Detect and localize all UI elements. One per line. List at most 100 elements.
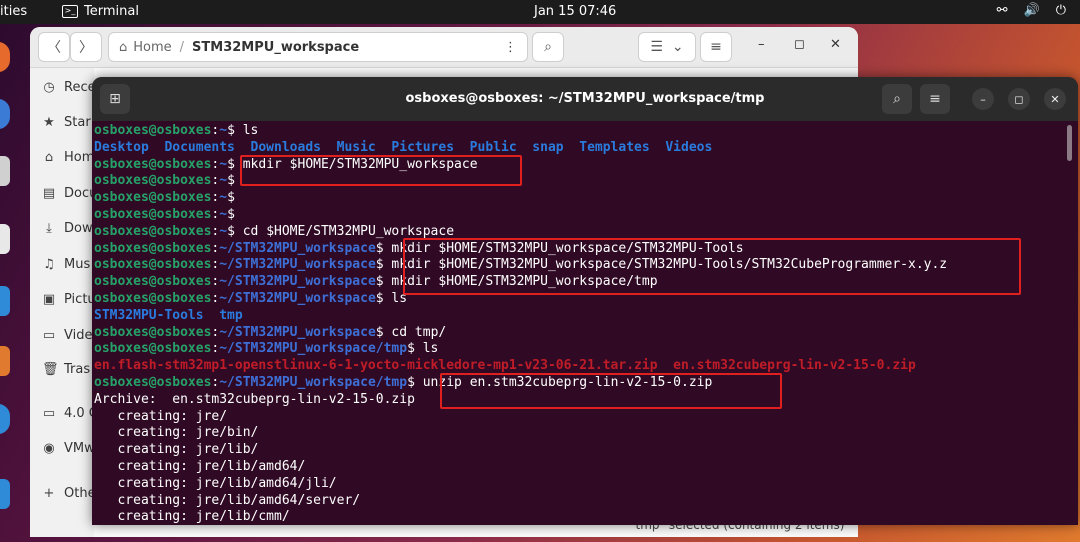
terminal-text: osboxes@osboxes xyxy=(94,341,212,357)
terminal-window[interactable]: ⊞ osboxes@osboxes: ~/STM32MPU_workspace/… xyxy=(92,77,1078,525)
terminal-text: ~ xyxy=(219,173,228,189)
terminal-menu-button[interactable]: ≡ xyxy=(920,84,950,114)
back-button[interactable]: 〈 xyxy=(38,32,70,62)
terminal-text: ~ xyxy=(219,190,228,206)
help-icon[interactable] xyxy=(0,404,10,434)
sidebar-item[interactable]: ◉ VMw xyxy=(42,441,94,456)
sidebar-item-label: Star xyxy=(64,115,91,130)
maximize-icon: ◻ xyxy=(1014,92,1024,106)
terminal-line: creating: jre/lib/cmm/ xyxy=(94,509,947,525)
terminal-text: $ xyxy=(227,190,235,206)
view-toggle[interactable]: ☰ ⌄ xyxy=(638,32,696,62)
path-bar[interactable]: ⌂ Home / STM32MPU_workspace ⋮ xyxy=(108,32,528,62)
minimize-icon[interactable]: – xyxy=(758,37,765,52)
terminal-text: creating: jre/bin/ xyxy=(94,425,259,441)
path-menu-icon[interactable]: ⋮ xyxy=(504,40,517,55)
app-name: Terminal xyxy=(84,4,139,19)
close-icon[interactable]: ✕ xyxy=(830,37,841,52)
terminal-text: Desktop Documents Downloads Music Pictur… xyxy=(94,139,713,155)
sidebar-item[interactable]: + Othe xyxy=(42,486,96,501)
plus-icon: + xyxy=(43,486,55,501)
terminal-icon: >_ xyxy=(62,5,78,18)
minimize-icon: – xyxy=(980,92,986,106)
terminal-text: creating: jre/lib/amd64/jli/ xyxy=(94,475,337,491)
search-button[interactable]: ⌕ xyxy=(532,32,564,62)
terminal-line: creating: jre/bin/ xyxy=(94,425,947,442)
files-menu-button[interactable]: ≡ xyxy=(700,32,732,62)
sidebar-item[interactable]: ★ Star xyxy=(42,115,91,130)
terminal-line: osboxes@osboxes:~/STM32MPU_workspace/tmp… xyxy=(94,341,947,358)
home-icon: ⌂ xyxy=(44,150,54,165)
terminal-text: creating: jre/lib/amd64/ xyxy=(94,458,306,474)
path-current[interactable]: STM32MPU_workspace xyxy=(192,40,359,55)
software-icon[interactable] xyxy=(0,346,10,376)
terminal-text: ~ xyxy=(219,156,228,172)
minimize-button[interactable]: – xyxy=(972,88,994,110)
system-tray[interactable]: ⚯ 🔊 ⏻ xyxy=(997,3,1066,18)
activities-button[interactable]: ities xyxy=(0,4,27,19)
sidebar-item[interactable]: ▭ 4.0 G xyxy=(42,406,99,421)
path-home[interactable]: ⌂ Home xyxy=(119,40,172,55)
forward-button[interactable]: 〉 xyxy=(70,32,102,62)
terminal-text: en.flash-stm32mp1-openstlinux-6-1-yocto-… xyxy=(94,358,916,374)
app-menu[interactable]: >_ Terminal xyxy=(62,4,139,19)
sidebar-item-label: Hom xyxy=(64,150,95,165)
sidebar-item[interactable]: ⌂ Hom xyxy=(42,150,95,165)
writer-icon[interactable] xyxy=(0,286,10,316)
chevron-right-icon: 〉 xyxy=(79,40,93,56)
chevron-left-icon: 〈 xyxy=(47,40,61,56)
highlight-box xyxy=(240,155,522,186)
sidebar-item-label: Mus xyxy=(64,257,91,272)
terminal-text: osboxes@osboxes xyxy=(94,274,212,290)
search-icon: ⌕ xyxy=(544,39,552,55)
download-icon: ⤓ xyxy=(46,221,52,236)
list-view-icon: ☰ xyxy=(650,39,663,55)
terminal-text: ~/STM32MPU_workspace xyxy=(219,274,376,290)
thunderbird-icon[interactable] xyxy=(0,99,10,129)
terminal-text: ~/STM32MPU_workspace xyxy=(219,240,376,256)
terminal-text: osboxes@osboxes xyxy=(94,374,212,390)
home-icon: ⌂ xyxy=(119,39,128,55)
terminal-text: osboxes@osboxes xyxy=(94,123,212,138)
sidebar-item[interactable]: 🗑 Tras xyxy=(42,362,90,377)
sidebar-item-label: Tras xyxy=(64,362,91,377)
sidebar-item[interactable]: ▤ Docu xyxy=(42,186,98,201)
scrollbar[interactable] xyxy=(1067,125,1072,161)
terminal-text: creating: jre/ xyxy=(94,408,228,424)
terminal-line: STM32MPU-Tools tmp xyxy=(94,308,947,325)
terminal-line: creating: jre/lib/amd64/ xyxy=(94,459,947,476)
sidebar-item-label: Othe xyxy=(64,486,96,501)
terminal-text: ~ xyxy=(219,123,228,138)
sidebar-item[interactable]: ◷ Rece xyxy=(42,80,95,95)
terminal-text: Archive: en.stm32cubeprg-lin-v2-15-0.zip xyxy=(94,391,415,407)
drive-icon: ▭ xyxy=(42,406,56,421)
terminal-search-button[interactable]: ⌕ xyxy=(882,84,912,114)
music-icon: ♫ xyxy=(43,257,55,272)
terminal-line: osboxes@osboxes:~$ xyxy=(94,207,947,224)
sidebar-item[interactable]: ♫ Mus xyxy=(42,257,90,272)
terminal-text: ~/STM32MPU_workspace xyxy=(219,257,376,273)
firefox-icon[interactable] xyxy=(0,42,10,72)
sidebar-item-label: Pictu xyxy=(64,292,96,307)
maximize-button[interactable]: ◻ xyxy=(1008,88,1030,110)
highlight-box xyxy=(440,373,782,409)
terminal-text: osboxes@osboxes xyxy=(94,324,212,340)
chevron-down-icon: ⌄ xyxy=(671,39,684,55)
close-icon: ✕ xyxy=(1050,92,1060,106)
close-button[interactable]: ✕ xyxy=(1044,88,1066,110)
terminal-line: creating: jre/lib/ xyxy=(94,442,947,459)
sidebar-item[interactable]: ⤓ Dow xyxy=(42,221,92,236)
rhythmbox-icon[interactable] xyxy=(0,224,10,254)
hamburger-icon: ≡ xyxy=(929,91,941,107)
sidebar-item[interactable]: ▭ Vide xyxy=(42,328,93,343)
clock[interactable]: Jan 15 07:46 xyxy=(534,4,616,19)
maximize-icon[interactable]: ◻ xyxy=(794,37,805,52)
sidebar-item[interactable]: ▣ Pictu xyxy=(42,292,96,307)
terminal-text: $ ls xyxy=(407,341,439,357)
files-icon[interactable] xyxy=(0,156,10,186)
trash-dock-icon[interactable] xyxy=(0,479,10,509)
terminal-line: Desktop Documents Downloads Music Pictur… xyxy=(94,140,947,157)
clock-icon: ◷ xyxy=(43,80,55,95)
terminal-text: creating: jre/lib/cmm/ xyxy=(94,509,290,525)
sidebar-item-label: Vide xyxy=(64,328,93,343)
